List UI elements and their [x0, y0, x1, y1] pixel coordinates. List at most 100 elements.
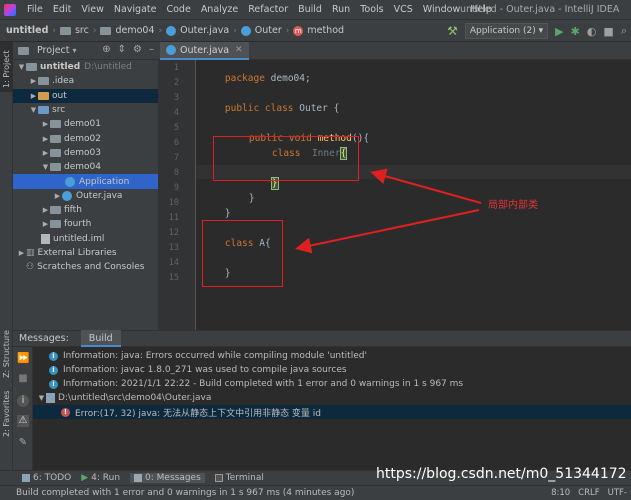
package-icon — [50, 120, 61, 129]
breadcrumb-method[interactable]: m method — [293, 25, 344, 36]
messages-toolbar: ⏩ ■ i ⚠ ✎ — [13, 347, 33, 470]
file-encoding[interactable]: UTF- — [608, 488, 627, 498]
tree-label: out — [52, 90, 67, 101]
project-panel-actions: ⊕ ⇕ ⚙ – — [102, 44, 154, 55]
tree-item-scratches[interactable]: ⚇ Scratches and Consoles — [13, 260, 158, 274]
breadcrumb-demo04[interactable]: demo04 — [100, 25, 155, 36]
structure-tool-button[interactable]: Z: Structure — [0, 330, 13, 382]
stop-icon[interactable]: ■ — [603, 25, 613, 38]
expand-arrow-icon[interactable]: ▼ — [37, 394, 46, 402]
menu-run[interactable]: Run — [327, 0, 355, 20]
collapse-arrow-icon[interactable]: ▶ — [17, 249, 26, 257]
tree-item-out[interactable]: ▶ out — [13, 88, 158, 103]
collapse-arrow-icon[interactable]: ▶ — [41, 206, 50, 214]
messages-tool-button[interactable]: 0: Messages — [130, 473, 205, 483]
tree-item-external-libraries[interactable]: ▶ ▥ External Libraries — [13, 246, 158, 260]
tab-outer-java[interactable]: Outer.java ✕ — [160, 42, 249, 60]
favorites-tool-button[interactable]: 2: Favorites — [0, 387, 13, 437]
breadcrumb-file[interactable]: Outer.java — [166, 25, 229, 36]
debug-icon[interactable]: ✱ — [571, 25, 580, 38]
tree-item-outer-java[interactable]: ▶ Outer.java — [13, 189, 158, 203]
collapse-arrow-icon[interactable]: ▶ — [41, 149, 50, 157]
tree-label: Outer.java — [76, 190, 123, 201]
breadcrumb-class[interactable]: Outer — [240, 25, 282, 36]
tab-build[interactable]: Build — [80, 330, 121, 347]
tree-item-idea[interactable]: ▶ .idea — [13, 74, 158, 88]
tree-label: demo04 — [64, 162, 101, 173]
code-editor[interactable]: package demo04; public class Outer { pub… — [196, 60, 631, 330]
collapse-arrow-icon[interactable]: ▶ — [29, 92, 38, 100]
collapse-arrow-icon[interactable]: ▶ — [41, 220, 50, 228]
info-filter-icon[interactable]: i — [17, 395, 29, 407]
run-configuration-select[interactable]: Application (2) ▾ — [464, 23, 549, 39]
package-icon — [50, 220, 61, 229]
menu-vcs[interactable]: VCS — [389, 0, 418, 20]
collapse-arrow-icon[interactable]: ▶ — [53, 192, 62, 200]
terminal-tool-button[interactable]: Terminal — [214, 473, 264, 483]
breadcrumb-project[interactable]: untitled — [0, 25, 48, 36]
gear-icon[interactable]: ⚙ — [133, 44, 142, 55]
tree-item-application[interactable]: Application — [13, 174, 158, 189]
locate-icon[interactable]: ⊕ — [102, 44, 110, 55]
tree-item-demo01[interactable]: ▶ demo01 — [13, 117, 158, 131]
message-row[interactable]: i Information: java: Errors occurred whi… — [33, 349, 631, 363]
intellij-logo-icon — [4, 3, 16, 16]
breadcrumb-src[interactable]: src — [59, 25, 89, 36]
tree-item-demo03[interactable]: ▶ demo03 — [13, 146, 158, 160]
project-tool-button[interactable]: 1: Project — [0, 42, 13, 92]
menu-tools[interactable]: Tools — [355, 0, 388, 20]
tree-item-untitled[interactable]: ▼ untitled D:\untitled — [13, 60, 158, 74]
tree-item-demo02[interactable]: ▶ demo02 — [13, 131, 158, 145]
tree-item-fourth[interactable]: ▶ fourth — [13, 217, 158, 231]
package-icon — [50, 206, 61, 215]
menu-window[interactable]: Window — [418, 0, 465, 20]
expand-arrow-icon[interactable]: ▼ — [17, 63, 26, 71]
tree-item-src[interactable]: ▼ src — [13, 103, 158, 117]
tree-item-fifth[interactable]: ▶ fifth — [13, 203, 158, 217]
hide-icon[interactable]: – — [149, 44, 154, 55]
menu-analyze[interactable]: Analyze — [196, 0, 243, 20]
collapse-arrow-icon[interactable]: ▶ — [29, 77, 38, 85]
close-icon[interactable]: ✕ — [235, 45, 243, 55]
coverage-icon[interactable]: ◐ — [587, 25, 597, 38]
message-text: Information: javac 1.8.0_271 was used to… — [63, 365, 347, 375]
line-separator[interactable]: CRLF — [578, 488, 599, 498]
build-hammer-icon[interactable]: ⚒ — [447, 24, 458, 38]
collapse-icon[interactable]: ⇕ — [118, 44, 126, 55]
message-file-row[interactable]: ▼ D:\untitled\src\demo04\Outer.java — [33, 391, 631, 405]
project-folder-icon — [18, 46, 29, 55]
menu-navigate[interactable]: Navigate — [109, 0, 162, 20]
tree-item-iml[interactable]: untitled.iml — [13, 232, 158, 246]
menu-view[interactable]: View — [76, 0, 109, 20]
message-row[interactable]: i Information: javac 1.8.0_271 was used … — [33, 363, 631, 377]
caret-position[interactable]: 8:10 — [551, 488, 570, 498]
menu-edit[interactable]: Edit — [48, 0, 76, 20]
menu-code[interactable]: Code — [161, 0, 195, 20]
message-error-row[interactable]: ! Error:(17, 32) java: 无法从静态上下文中引用非静态 变量… — [33, 405, 631, 419]
project-tool-label: 1: Project — [2, 50, 11, 88]
tool-label: 0: Messages — [145, 473, 201, 483]
collapse-arrow-icon[interactable]: ▶ — [41, 135, 50, 143]
expand-arrow-icon[interactable]: ▼ — [29, 106, 38, 114]
todo-tool-button[interactable]: 6: TODO — [22, 473, 71, 483]
wrench-icon[interactable]: ✎ — [17, 437, 29, 449]
search-icon[interactable]: ⌕ — [621, 24, 627, 38]
line-number: 10 — [168, 198, 179, 208]
message-row[interactable]: i Information: 2021/1/1 22:22 - Build co… — [33, 377, 631, 391]
run-icon[interactable]: ▶ — [555, 25, 563, 38]
collapse-arrow-icon[interactable]: ▶ — [41, 120, 50, 128]
rerun-icon[interactable]: ⏩ — [17, 353, 29, 365]
java-class-icon — [166, 45, 176, 55]
warning-filter-icon[interactable]: ⚠ — [17, 415, 29, 427]
chevron-down-icon[interactable]: ▾ — [73, 46, 77, 55]
run-tool-button[interactable]: ▶ 4: Run — [81, 473, 120, 483]
tree-item-demo04[interactable]: ▼ demo04 — [13, 160, 158, 174]
expand-arrow-icon[interactable]: ▼ — [41, 163, 50, 171]
menu-build[interactable]: Build — [293, 0, 327, 20]
menu-file[interactable]: File — [22, 0, 48, 20]
arrow-to-class-a — [295, 209, 480, 254]
stop-icon[interactable]: ■ — [17, 373, 29, 385]
line-number: 7 — [173, 153, 179, 163]
project-view-select[interactable]: Project — [37, 45, 70, 56]
menu-refactor[interactable]: Refactor — [243, 0, 293, 20]
